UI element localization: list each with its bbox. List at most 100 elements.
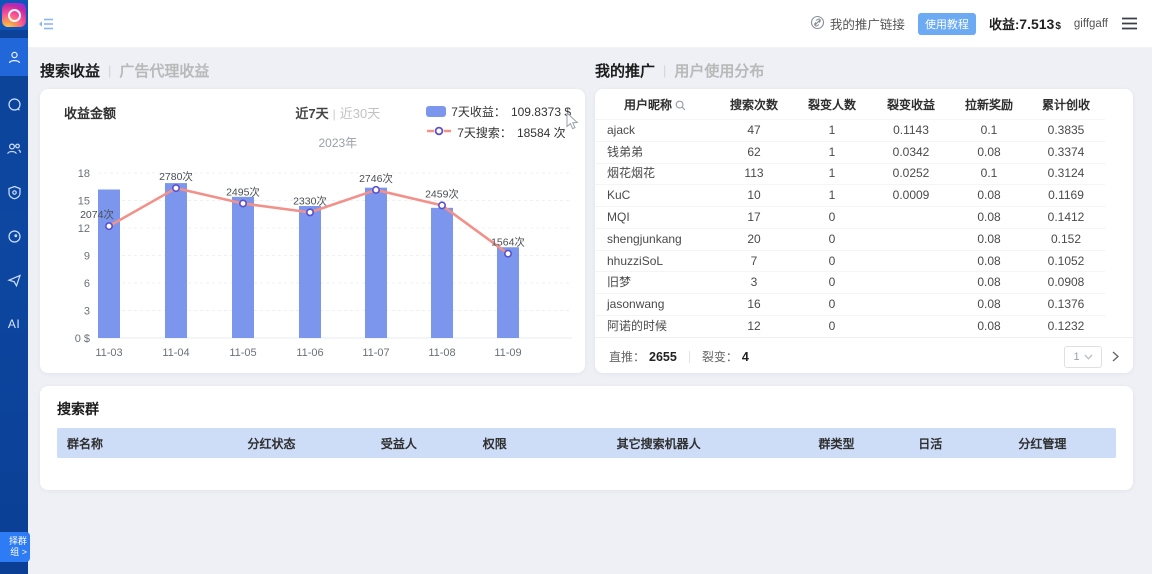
fission-count[interactable]: 1 xyxy=(793,185,871,207)
sidebar: AI 择群 组 > xyxy=(0,0,28,574)
menu-icon[interactable] xyxy=(1121,17,1138,30)
line-marker[interactable] xyxy=(505,250,511,256)
sidebar-item-users[interactable] xyxy=(0,126,28,170)
pagination: 1 xyxy=(1064,346,1119,368)
sidebar-item-record[interactable] xyxy=(0,214,28,258)
search-count: 113 xyxy=(715,163,793,185)
revenue-display: 收益:7.513$ xyxy=(989,14,1061,33)
fission-count[interactable]: 1 xyxy=(793,120,871,142)
fission-revenue xyxy=(871,316,951,337)
x-tick-label: 11-09 xyxy=(494,347,521,359)
sidebar-item-profile[interactable] xyxy=(0,38,28,76)
tab-my-promotion[interactable]: 我的推广 xyxy=(595,60,655,81)
send-icon xyxy=(7,273,22,288)
username[interactable]: giffgaff xyxy=(1074,18,1108,30)
tab-divider: | xyxy=(663,63,666,78)
tab-ad-agency-revenue[interactable]: 广告代理收益 xyxy=(119,60,209,81)
revenue-label: 收益: xyxy=(989,14,1019,33)
line-marker[interactable] xyxy=(106,223,112,229)
promo-link[interactable]: 我的推广链接 xyxy=(810,14,905,33)
fission-value: 4 xyxy=(742,350,749,364)
line-marker[interactable] xyxy=(307,209,313,215)
promo-table: 用户昵称搜索次数裂变人数裂变收益拉新奖励累计创收 ajack4710.11430… xyxy=(595,89,1105,337)
collapse-sidebar-icon[interactable] xyxy=(38,17,54,31)
groups-col-7: 分红管理 xyxy=(969,435,1116,452)
select-group-badge[interactable]: 择群 组 > xyxy=(0,532,30,562)
next-page-icon[interactable] xyxy=(1112,351,1119,362)
promo-table-body: ajack4710.11430.10.3835钱弟弟6210.03420.080… xyxy=(595,120,1105,337)
revenue-bar[interactable] xyxy=(299,206,321,338)
user-nickname: 旧梦 xyxy=(595,272,715,294)
line-marker[interactable] xyxy=(439,202,445,208)
fission-count[interactable]: 0 xyxy=(793,250,871,272)
promo-col-0[interactable]: 用户昵称 xyxy=(595,89,715,120)
fission-count[interactable]: 1 xyxy=(793,141,871,163)
fission-count[interactable]: 0 xyxy=(793,207,871,229)
user-nickname: jasonwang xyxy=(595,294,715,316)
point-label: 2495次 xyxy=(226,185,260,198)
revenue-bar[interactable] xyxy=(165,183,187,338)
date-range-switch: 近7天|近30天 2023年 xyxy=(295,103,380,151)
tutorial-badge[interactable]: 使用教程 xyxy=(918,13,976,35)
left-panel-tabs: 搜索收益 | 广告代理收益 xyxy=(40,60,585,81)
sidebar-item-ai[interactable]: AI xyxy=(0,302,28,346)
range-7d-button[interactable]: 近7天 xyxy=(295,106,328,121)
x-tick-label: 11-08 xyxy=(428,347,455,359)
search-count: 20 xyxy=(715,228,793,250)
tab-divider: | xyxy=(108,63,111,78)
user-nickname[interactable]: 钱弟弟 xyxy=(595,141,715,163)
app-logo-icon[interactable] xyxy=(0,0,28,30)
fission-count[interactable]: 0 xyxy=(793,294,871,316)
promo-table-footer: 直推：2655 裂变：4 1 xyxy=(595,337,1133,373)
sidebar-item-browser[interactable] xyxy=(0,82,28,126)
sidebar-item-send[interactable] xyxy=(0,258,28,302)
groups-col-2: 受益人 xyxy=(345,435,454,452)
fission-count[interactable]: 0 xyxy=(793,316,871,337)
line-marker[interactable] xyxy=(173,185,179,191)
total-revenue: 0.1412 xyxy=(1027,207,1105,229)
fission-revenue xyxy=(871,272,951,294)
search-count: 12 xyxy=(715,316,793,337)
search-count: 10 xyxy=(715,185,793,207)
total-revenue: 0.3835 xyxy=(1027,120,1105,142)
fission-count[interactable]: 0 xyxy=(793,228,871,250)
point-label: 2746次 xyxy=(359,172,393,185)
range-30d-button[interactable]: 近30天 xyxy=(340,106,380,121)
groups-col-5: 群类型 xyxy=(781,435,892,452)
revenue-unit: $ xyxy=(1055,21,1061,32)
total-revenue: 0.152 xyxy=(1027,228,1105,250)
search-count: 62 xyxy=(715,141,793,163)
link-icon xyxy=(810,15,825,33)
sidebar-item-admin[interactable] xyxy=(0,170,28,214)
user-nickname[interactable]: ajack xyxy=(595,120,715,142)
user-nickname[interactable]: KuC xyxy=(595,185,715,207)
line-marker[interactable] xyxy=(240,200,246,206)
referral-reward: 0.1 xyxy=(951,163,1027,185)
revenue-bar[interactable] xyxy=(365,188,387,338)
line-marker[interactable] xyxy=(373,187,379,193)
legend-line-value: 18584 次 xyxy=(517,124,566,141)
revenue-bar[interactable] xyxy=(497,247,519,338)
table-row: 旧梦300.080.0908 xyxy=(595,272,1105,294)
total-revenue: 0.1052 xyxy=(1027,250,1105,272)
revenue-bar[interactable] xyxy=(431,208,453,338)
fission-count[interactable]: 0 xyxy=(793,272,871,294)
referral-reward: 0.08 xyxy=(951,294,1027,316)
promo-col-5: 累计创收 xyxy=(1027,89,1105,120)
topbar: 我的推广链接 使用教程 收益:7.513$ giffgaff xyxy=(28,0,1152,48)
fission-count[interactable]: 1 xyxy=(793,163,871,185)
range-divider: | xyxy=(333,107,336,121)
page-select[interactable]: 1 xyxy=(1064,346,1102,368)
fission-revenue: 0.0342 xyxy=(871,141,951,163)
y-tick-label: 9 xyxy=(84,250,90,262)
user-nickname[interactable]: hhuzziSoL xyxy=(595,250,715,272)
tab-search-revenue[interactable]: 搜索收益 xyxy=(40,60,100,81)
x-tick-label: 11-03 xyxy=(95,347,122,359)
x-tick-label: 11-06 xyxy=(296,347,323,359)
revenue-bar[interactable] xyxy=(232,197,254,338)
tab-user-usage-distribution[interactable]: 用户使用分布 xyxy=(674,60,764,81)
main-content: 搜索收益 | 广告代理收益 我的推广 | 用户使用分布 收益金额 近7天|近30… xyxy=(28,48,1152,574)
promo-table-header: 用户昵称搜索次数裂变人数裂变收益拉新奖励累计创收 xyxy=(595,89,1105,120)
fission-revenue: 0.1143 xyxy=(871,120,951,142)
legend-line-label: 7天搜索： xyxy=(457,124,512,141)
